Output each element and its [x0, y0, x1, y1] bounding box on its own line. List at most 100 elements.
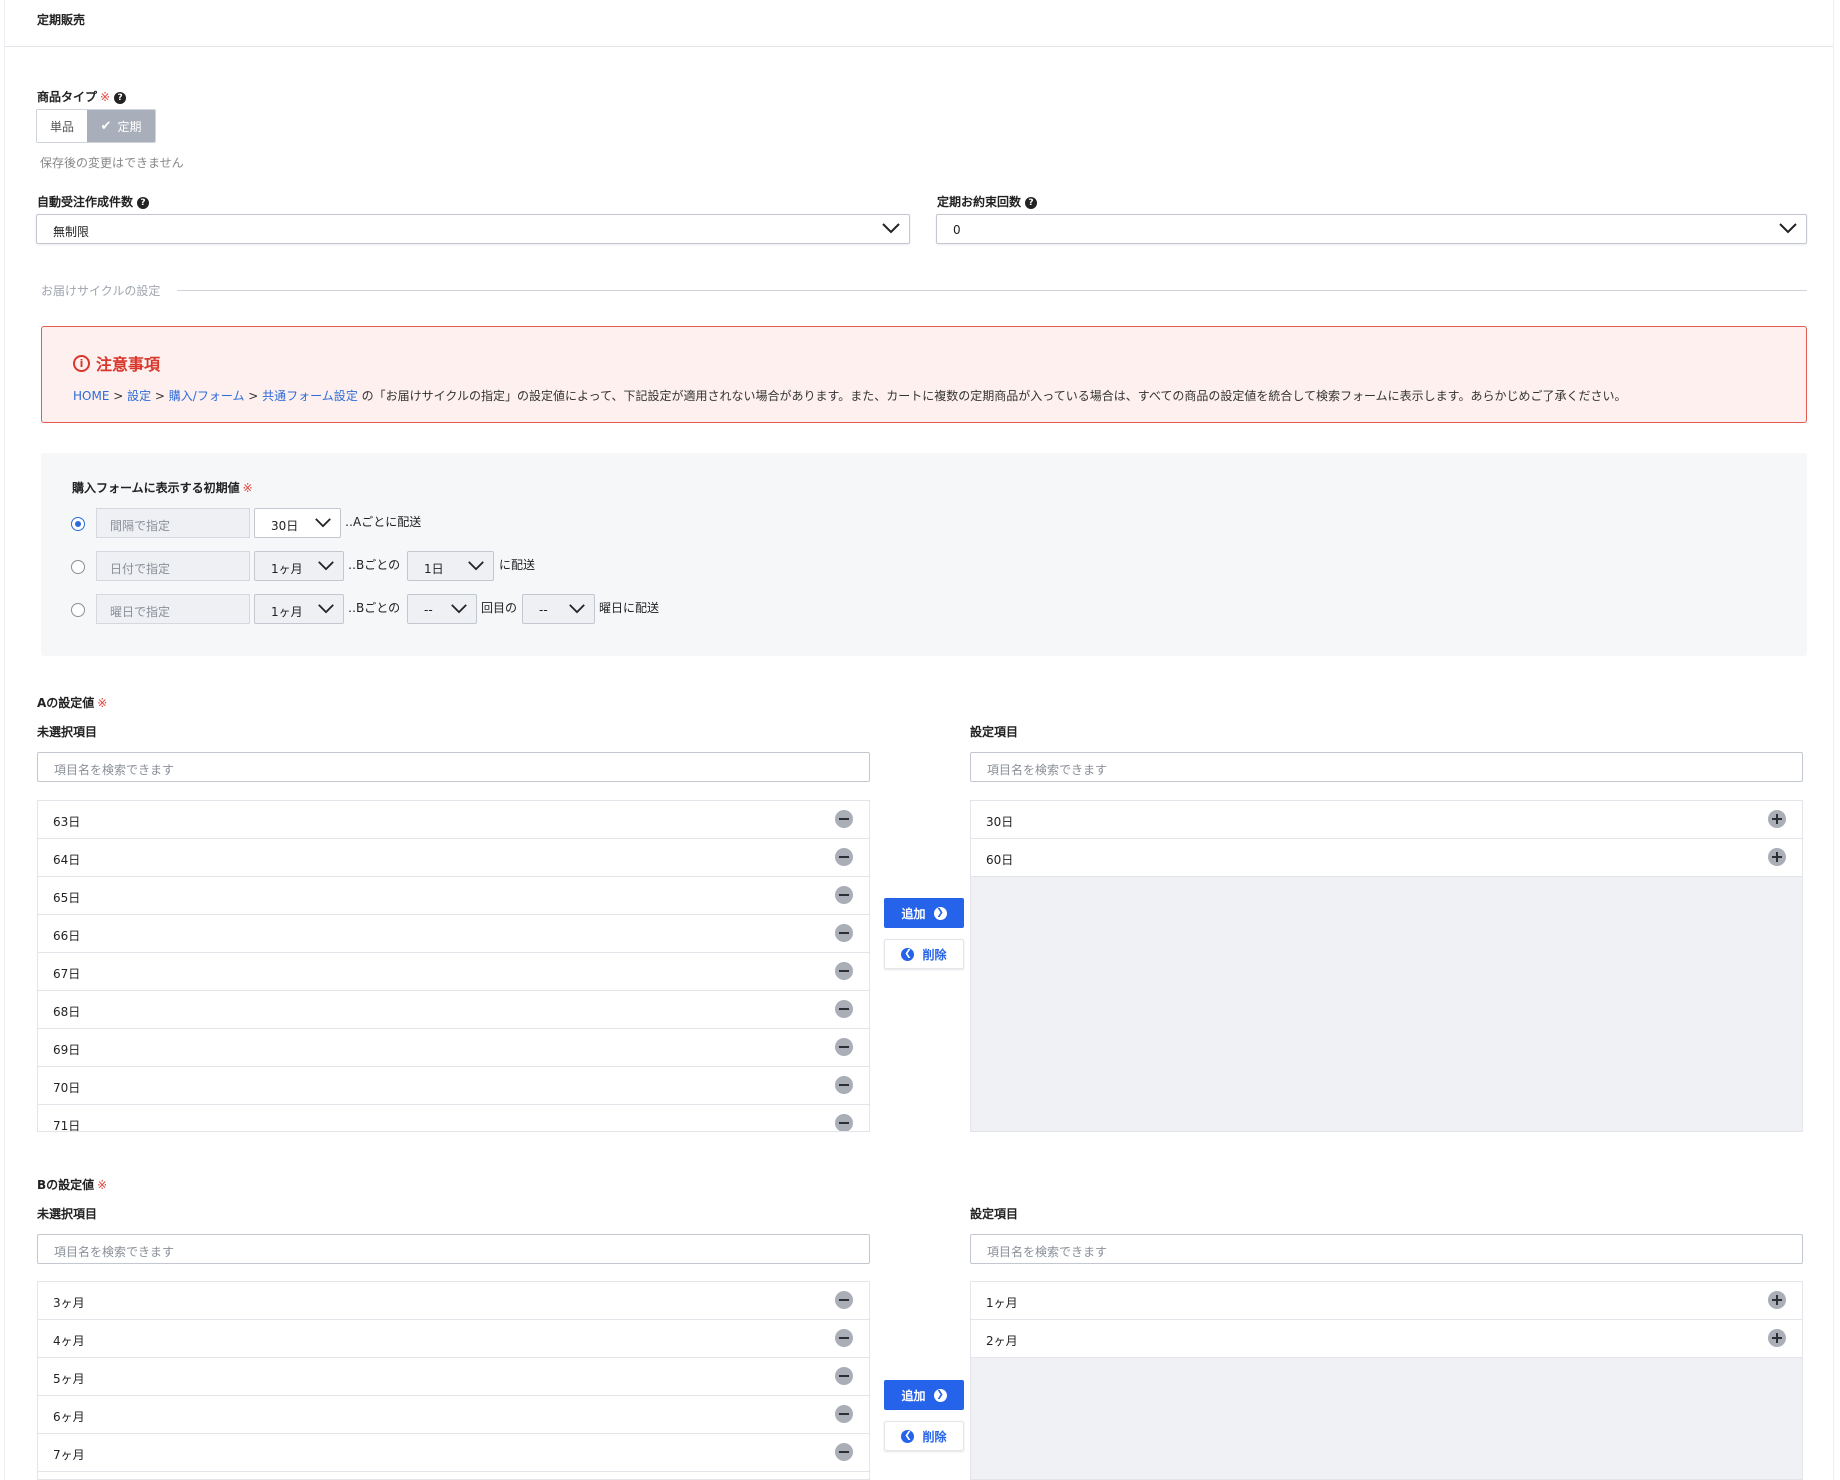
- default-values-label: 購入フォームに表示する初期値 ※: [72, 481, 253, 495]
- date-day-select[interactable]: 1日: [407, 551, 494, 581]
- minus-circle-icon[interactable]: [835, 1443, 853, 1461]
- list-item[interactable]: 70日: [38, 1067, 869, 1105]
- a-unselected-list[interactable]: 63日 64日 65日 66日 67日 68日 69日 70日 71日: [37, 800, 870, 1132]
- list-item[interactable]: 60日: [971, 839, 1802, 877]
- cycle-section-label: お届けサイクルの設定: [41, 284, 161, 298]
- b-selected-search-input[interactable]: 項目名を検索できます: [970, 1234, 1803, 1264]
- radio-interval[interactable]: [71, 517, 85, 531]
- product-type-hint: 保存後の変更はできません: [40, 156, 184, 170]
- b-unselected-list[interactable]: 3ヶ月 4ヶ月 5ヶ月 6ヶ月 7ヶ月: [37, 1281, 870, 1480]
- list-item[interactable]: 65日: [38, 877, 869, 915]
- product-type-single[interactable]: 単品: [37, 110, 87, 142]
- radio-weekday[interactable]: [71, 603, 85, 617]
- a-unselected-label: 未選択項目: [37, 725, 98, 739]
- list-item[interactable]: 2ヶ月: [971, 1320, 1802, 1358]
- list-item[interactable]: 5ヶ月: [38, 1358, 869, 1396]
- interval-suffix: ‥Aごとに配送: [345, 515, 422, 529]
- list-item[interactable]: 3ヶ月: [38, 1282, 869, 1320]
- radio-date[interactable]: [71, 560, 85, 574]
- chevron-left-circle-icon: ❮: [901, 1429, 915, 1443]
- date-month-select[interactable]: 1ヶ月: [254, 551, 344, 581]
- a-selected-label: 設定項目: [970, 725, 1019, 739]
- minus-circle-icon[interactable]: [835, 810, 853, 828]
- a-unselected-search-input[interactable]: 項目名を検索できます: [37, 752, 870, 782]
- notice-title: i 注意事項: [73, 351, 160, 375]
- list-item[interactable]: 68日: [38, 991, 869, 1029]
- page: 定期販売 商品タイプ ※? 単品 ✔ 定期 保存後の変更はできません 自動受注作成…: [4, 0, 1834, 1480]
- minus-circle-icon[interactable]: [835, 1329, 853, 1347]
- list-item[interactable]: 66日: [38, 915, 869, 953]
- minus-circle-icon[interactable]: [835, 962, 853, 980]
- date-mid-text: ‥Bごとの: [348, 558, 401, 572]
- chevron-left-circle-icon: ❮: [901, 947, 915, 961]
- minus-circle-icon[interactable]: [835, 1076, 853, 1094]
- help-icon[interactable]: ?: [137, 197, 150, 209]
- chevron-down-icon: [1779, 223, 1797, 234]
- a-selected-search-input[interactable]: 項目名を検索できます: [970, 752, 1803, 782]
- product-type-toggle[interactable]: 単品 ✔ 定期: [36, 109, 156, 143]
- notice-box: i 注意事項 HOME > 設定 > 購入/フォーム > 共通フォーム設定 の「…: [41, 326, 1807, 423]
- minus-circle-icon[interactable]: [835, 886, 853, 904]
- b-unselected-search-input[interactable]: 項目名を検索できます: [37, 1234, 870, 1264]
- list-item[interactable]: 67日: [38, 953, 869, 991]
- chevron-down-icon: [569, 604, 585, 614]
- minus-circle-icon[interactable]: [835, 1000, 853, 1018]
- breadcrumb-link-home[interactable]: HOME: [73, 389, 109, 403]
- list-item[interactable]: 71日: [38, 1105, 869, 1131]
- b-unselected-label: 未選択項目: [37, 1207, 98, 1221]
- auto-order-select[interactable]: 無制限: [36, 214, 910, 244]
- a-delete-button[interactable]: ❮ 削除: [884, 939, 964, 969]
- default-values-panel: 購入フォームに表示する初期値 ※ 間隔で指定 30日 ‥Aごとに配送 日付で指定 …: [41, 453, 1807, 656]
- notice-body: HOME > 設定 > 購入/フォーム > 共通フォーム設定 の「お届けサイクル…: [73, 389, 1627, 403]
- product-type-subscription[interactable]: ✔ 定期: [87, 110, 155, 142]
- chevron-down-icon: [468, 561, 484, 571]
- list-item[interactable]: 69日: [38, 1029, 869, 1067]
- b-delete-button[interactable]: ❮ 削除: [884, 1421, 964, 1451]
- b-add-button[interactable]: 追加 ❯: [884, 1380, 964, 1410]
- plus-circle-icon[interactable]: [1768, 810, 1786, 828]
- list-item[interactable]: 6ヶ月: [38, 1396, 869, 1434]
- b-selected-list[interactable]: 1ヶ月 2ヶ月: [970, 1281, 1803, 1480]
- plus-circle-icon[interactable]: [1768, 848, 1786, 866]
- weekday-mid-text: ‥Bごとの: [348, 601, 401, 615]
- chevron-down-icon: [318, 604, 334, 614]
- list-item[interactable]: 64日: [38, 839, 869, 877]
- plus-circle-icon[interactable]: [1768, 1291, 1786, 1309]
- interval-field: 間隔で指定: [96, 508, 250, 538]
- list-item[interactable]: 30日: [971, 801, 1802, 839]
- chevron-down-icon: [882, 223, 900, 234]
- minus-circle-icon[interactable]: [835, 1367, 853, 1385]
- minus-circle-icon[interactable]: [835, 1291, 853, 1309]
- minus-circle-icon[interactable]: [835, 1114, 853, 1131]
- interval-days-select[interactable]: 30日: [254, 508, 341, 538]
- section-divider: [177, 290, 1807, 291]
- breadcrumb-link-common-form[interactable]: 共通フォーム設定: [262, 389, 358, 403]
- a-add-button[interactable]: 追加 ❯: [884, 898, 964, 928]
- b-setting-label: Bの設定値 ※: [37, 1178, 108, 1192]
- list-item[interactable]: 4ヶ月: [38, 1320, 869, 1358]
- minus-circle-icon[interactable]: [835, 1038, 853, 1056]
- breadcrumb-link-purchase-form[interactable]: 購入/フォーム: [169, 389, 245, 403]
- a-selected-list[interactable]: 30日 60日: [970, 800, 1803, 1132]
- breadcrumb-link-settings[interactable]: 設定: [127, 389, 151, 403]
- minus-circle-icon[interactable]: [835, 924, 853, 942]
- minus-circle-icon[interactable]: [835, 848, 853, 866]
- a-setting-label: Aの設定値 ※: [37, 696, 108, 710]
- list-item[interactable]: 7ヶ月: [38, 1434, 869, 1472]
- plus-circle-icon[interactable]: [1768, 1329, 1786, 1347]
- page-header: 定期販売: [5, 0, 1833, 47]
- list-item[interactable]: 63日: [38, 801, 869, 839]
- help-icon[interactable]: ?: [1025, 197, 1038, 209]
- date-field: 日付で指定: [96, 551, 250, 581]
- required-mark: ※: [242, 481, 253, 495]
- weekday-day-select[interactable]: --: [522, 594, 595, 624]
- required-mark: ※: [100, 90, 111, 104]
- promise-count-select[interactable]: 0: [936, 214, 1807, 244]
- help-icon[interactable]: ?: [114, 92, 127, 104]
- weekday-nth-select[interactable]: --: [407, 594, 477, 624]
- minus-circle-icon[interactable]: [835, 1405, 853, 1423]
- weekday-month-select[interactable]: 1ヶ月: [254, 594, 344, 624]
- list-item[interactable]: 1ヶ月: [971, 1282, 1802, 1320]
- info-icon: i: [73, 354, 90, 372]
- check-icon: ✔: [100, 118, 112, 134]
